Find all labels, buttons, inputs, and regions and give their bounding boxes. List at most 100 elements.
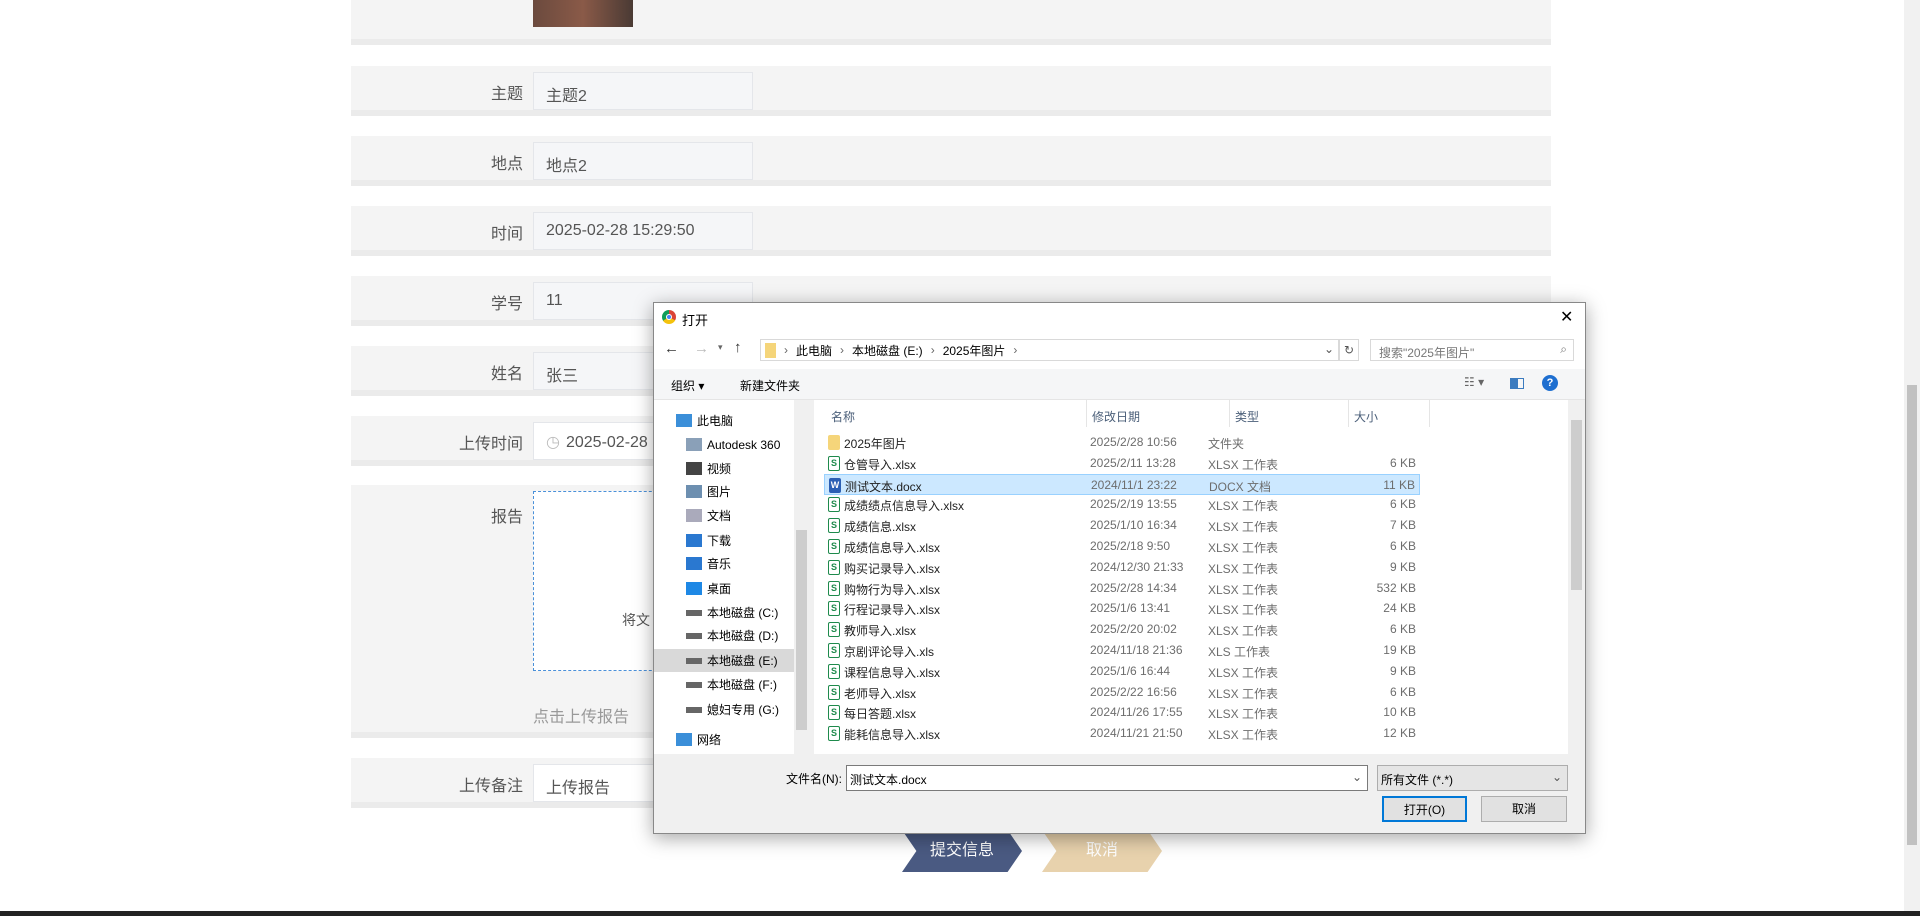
column-name[interactable]: 名称	[831, 408, 855, 425]
nav-icon	[686, 657, 702, 664]
file-row[interactable]: S 购买记录导入.xlsx 2024/12/30 21:33 XLSX 工作表 9…	[824, 557, 1420, 578]
view-options-icon[interactable]: ☷ ▾	[1464, 375, 1484, 389]
address-dropdown-icon[interactable]: ⌄	[1324, 342, 1334, 356]
file-row[interactable]: S 老师导入.xlsx 2025/2/22 16:56 XLSX 工作表 6 KB	[824, 682, 1420, 703]
filename-input[interactable]: 测试文本.docx ⌄	[846, 765, 1368, 791]
file-row[interactable]: S 成绩信息导入.xlsx 2025/2/18 9:50 XLSX 工作表 6 K…	[824, 536, 1420, 557]
file-date: 2025/2/11 13:28	[1090, 455, 1176, 470]
file-date: 2025/1/6 16:44	[1090, 663, 1171, 678]
column-size[interactable]: 大小	[1354, 408, 1378, 425]
clock-icon: ◷	[546, 434, 560, 451]
file-name: 能耗信息导入.xlsx	[844, 728, 941, 743]
recent-dropdown-icon[interactable]: ▾	[718, 342, 723, 353]
refresh-icon[interactable]: ↻	[1339, 339, 1359, 361]
file-row[interactable]: S 能耗信息导入.xlsx 2024/11/21 21:50 XLSX 工作表 1…	[824, 723, 1420, 744]
file-name: 成绩信息导入.xlsx	[844, 541, 941, 555]
file-name: 行程记录导入.xlsx	[844, 603, 941, 618]
field-label: 地点	[490, 156, 523, 173]
field-input[interactable]: 2025-02-28 15:29:50	[533, 212, 753, 250]
file-size: 9 KB	[1389, 663, 1416, 678]
nav-item[interactable]: Autodesk 360	[654, 433, 794, 456]
file-type: XLSX 工作表	[1208, 624, 1279, 639]
nav-item[interactable]: 桌面	[654, 577, 794, 600]
file-row[interactable]: S 教师导入.xlsx 2025/2/20 20:02 XLSX 工作表 6 KB	[824, 619, 1420, 640]
nav-scrollbar[interactable]	[794, 400, 809, 754]
file-name: 成绩绩点信息导入.xlsx	[844, 499, 965, 514]
nav-item[interactable]: 媳妇专用 (G:)	[654, 698, 794, 721]
file-name: 测试文本.docx	[845, 479, 922, 494]
file-name: 课程信息导入.xlsx	[844, 665, 941, 680]
address-bar[interactable]: › 此电脑 › 本地磁盘 (E:) › 2025年图片 › ⌄	[760, 339, 1339, 361]
cancel-button[interactable]: 取消	[1042, 830, 1162, 872]
nav-item[interactable]: 音乐	[654, 552, 794, 575]
field-input[interactable]: 地点2	[533, 142, 753, 180]
nav-item[interactable]: 图片	[654, 480, 794, 503]
nav-icon	[686, 582, 702, 595]
filename-label: 文件名(N):	[786, 772, 842, 786]
field-input[interactable]: 主题2	[533, 72, 753, 110]
up-icon[interactable]: ↑	[734, 339, 742, 356]
file-name: 仓管导入.xlsx	[844, 457, 917, 472]
file-size: 10 KB	[1383, 705, 1416, 720]
search-icon: ⌕	[1560, 342, 1567, 356]
new-folder-button[interactable]: 新建文件夹	[740, 377, 800, 394]
close-icon[interactable]: ✕	[1560, 307, 1573, 327]
organize-button[interactable]: 组织 ▾	[671, 377, 704, 394]
filter-dropdown-icon: ⌄	[1551, 770, 1562, 784]
xlsx-file-icon: S	[828, 559, 840, 575]
file-date: 2025/2/20 20:02	[1090, 622, 1177, 637]
file-date: 2025/1/6 13:41	[1090, 601, 1171, 616]
breadcrumb-this-pc[interactable]: 此电脑	[796, 342, 832, 359]
file-date: 2024/11/26 17:55	[1090, 705, 1183, 720]
nav-item[interactable]: 此电脑	[654, 409, 794, 432]
upload-hint[interactable]: 点击上传报告	[533, 703, 629, 727]
file-name: 购买记录导入.xlsx	[844, 561, 941, 576]
file-row[interactable]: S 仓管导入.xlsx 2025/2/11 13:28 XLSX 工作表 6 KB	[824, 453, 1420, 474]
file-type-filter[interactable]: 所有文件 (*.*) ⌄	[1377, 765, 1568, 791]
filename-dropdown-icon[interactable]: ⌄	[1352, 770, 1362, 784]
file-list-scrollbar[interactable]	[1568, 400, 1585, 754]
file-row[interactable]: S 成绩信息.xlsx 2025/1/10 16:34 XLSX 工作表 7 KB	[824, 515, 1420, 536]
help-icon[interactable]: ?	[1542, 375, 1558, 391]
nav-item[interactable]: 本地磁盘 (E:)	[654, 649, 794, 672]
file-row[interactable]: S 京剧评论导入.xls 2024/11/18 21:36 XLS 工作表 19 …	[824, 640, 1420, 661]
file-date: 2025/2/18 9:50	[1090, 539, 1171, 553]
file-row[interactable]: 2025年图片 2025/2/28 10:56 文件夹	[824, 432, 1420, 453]
file-row[interactable]: S 成绩绩点信息导入.xlsx 2025/2/19 13:55 XLSX 工作表 …	[824, 494, 1420, 515]
nav-item[interactable]: 文档	[654, 504, 794, 527]
page-scrollbar[interactable]	[1904, 0, 1920, 912]
column-type[interactable]: 类型	[1235, 408, 1259, 425]
preview-pane-icon[interactable]	[1510, 378, 1524, 389]
nav-item[interactable]: 视频	[654, 457, 794, 480]
file-date: 2024/11/21 21:50	[1090, 726, 1183, 741]
open-file-dialog: 打开 ✕ ← → ▾ ↑ › 此电脑 › 本地磁盘 (E:) › 2025年图片 › …	[653, 302, 1586, 834]
forward-icon[interactable]: →	[694, 340, 709, 357]
file-size: 24 KB	[1383, 601, 1416, 616]
search-input[interactable]: 搜索"2025年图片" ⌕	[1370, 339, 1574, 361]
nav-item[interactable]: 本地磁盘 (F:)	[654, 673, 794, 696]
file-date: 2025/2/19 13:55	[1090, 497, 1177, 512]
back-icon[interactable]: ←	[664, 340, 679, 357]
file-size: 7 KB	[1389, 518, 1416, 533]
file-date: 2024/11/18 21:36	[1090, 643, 1183, 657]
nav-item[interactable]: 本地磁盘 (C:)	[654, 601, 794, 624]
dialog-cancel-button[interactable]: 取消	[1481, 796, 1567, 822]
nav-item[interactable]: 网络	[654, 728, 794, 751]
xlsx-file-icon: S	[828, 705, 840, 721]
submit-button[interactable]: 提交信息	[902, 830, 1022, 872]
breadcrumb-folder[interactable]: 2025年图片	[943, 342, 1006, 359]
file-row[interactable]: S 每日答题.xlsx 2024/11/26 17:55 XLSX 工作表 10 …	[824, 702, 1420, 723]
breadcrumb-drive-e[interactable]: 本地磁盘 (E:)	[852, 342, 923, 359]
xlsx-file-icon: S	[828, 622, 840, 638]
file-type: DOCX 文档	[1209, 479, 1272, 494]
nav-icon	[686, 706, 702, 713]
file-row[interactable]: S 行程记录导入.xlsx 2025/1/6 13:41 XLSX 工作表 24 …	[824, 598, 1420, 619]
file-name: 2025年图片	[844, 437, 907, 451]
column-date[interactable]: 修改日期	[1092, 408, 1140, 425]
file-row[interactable]: W 测试文本.docx 2024/11/1 23:22 DOCX 文档 11 KB	[824, 473, 1420, 495]
nav-item[interactable]: 下载	[654, 529, 794, 552]
nav-item[interactable]: 本地磁盘 (D:)	[654, 624, 794, 647]
file-row[interactable]: S 课程信息导入.xlsx 2025/1/6 16:44 XLSX 工作表 9 K…	[824, 661, 1420, 682]
open-button[interactable]: 打开(O)	[1382, 796, 1467, 822]
file-row[interactable]: S 购物行为导入.xlsx 2025/2/28 14:34 XLSX 工作表 53…	[824, 578, 1420, 599]
